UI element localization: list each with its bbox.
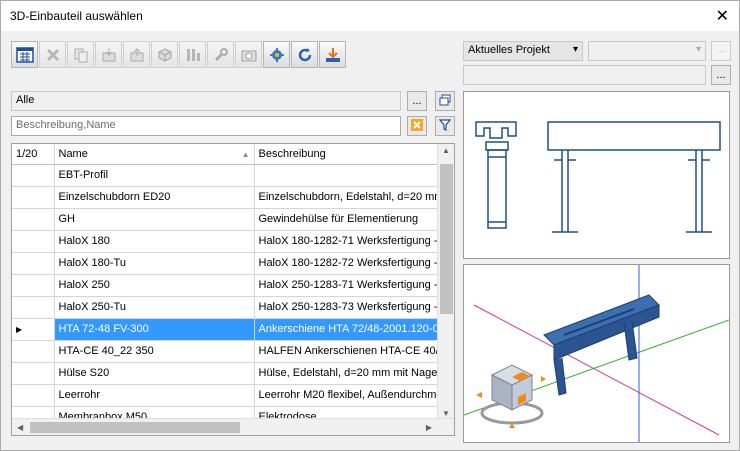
cell-description[interactable]: HaloX 180-1282-72 Werksfertigung - C — [254, 252, 439, 275]
row-header[interactable] — [12, 164, 55, 187]
horizontal-scroll-thumb[interactable] — [30, 422, 240, 433]
table-row[interactable]: HaloX 250-Tu HaloX 250-1283-73 Werksferti… — [12, 296, 439, 319]
filter-icon — [438, 118, 452, 134]
row-header[interactable] — [12, 230, 55, 253]
table-row[interactable]: HaloX 250 HaloX 250-1283-71 Werksfertigun… — [12, 274, 439, 297]
scroll-down-icon[interactable]: ▼ — [442, 409, 450, 418]
clear-icon — [411, 118, 423, 134]
column-header-description[interactable]: Beschreibung — [254, 144, 439, 165]
clear-filter-button[interactable] — [407, 116, 427, 136]
profile-2d-drawing — [475, 121, 721, 233]
cell-description[interactable]: HaloX 180-1282-71 Werksfertigung - C — [254, 230, 439, 253]
window-restore-button[interactable] — [435, 91, 455, 111]
row-header[interactable] — [12, 384, 55, 407]
project-dropdown[interactable]: Aktuelles Projekt ▾ — [463, 41, 583, 61]
restore-icon — [439, 94, 451, 109]
grid-icon[interactable] — [11, 41, 38, 68]
table-row[interactable]: GH Gewindehülse für Elementierung — [12, 208, 439, 231]
cell-name[interactable]: Hülse S20 — [54, 362, 255, 385]
table-row[interactable]: HaloX 180 HaloX 180-1282-71 Werksfertigun… — [12, 230, 439, 253]
table-row[interactable]: ▶ HTA 72-48 FV-300 Ankerschiene HTA 72/48-… — [12, 318, 439, 341]
search-input[interactable]: Beschreibung,Name — [11, 116, 401, 136]
vertical-scroll-thumb[interactable] — [440, 164, 453, 314]
horizontal-scrollbar[interactable]: ◀ ▶ — [12, 418, 454, 435]
category-browse-button[interactable]: ... — [407, 91, 427, 111]
download-icon[interactable] — [319, 41, 346, 68]
secondary-dropdown[interactable]: ▾ — [588, 41, 706, 61]
tools-icon[interactable] — [179, 41, 206, 68]
table-row[interactable]: Einzelschubdorn ED20 Einzelschubdorn, Ede… — [12, 186, 439, 209]
ellipsis-icon: ··· — [717, 46, 725, 56]
refresh-icon[interactable] — [291, 41, 318, 68]
cell-description[interactable]: Ankerschiene HTA 72/48-2001.120-0 — [254, 318, 439, 341]
scroll-up-icon[interactable]: ▲ — [442, 146, 450, 155]
toolbar — [11, 41, 346, 69]
settings-icon[interactable] — [263, 41, 290, 68]
cell-name[interactable]: HaloX 180 — [54, 230, 255, 253]
table-row[interactable]: Hülse S20 Hülse, Edelstahl, d=20 mm mit N… — [12, 362, 439, 385]
cube-icon[interactable] — [151, 41, 178, 68]
camera-icon[interactable] — [235, 41, 262, 68]
row-header[interactable] — [12, 186, 55, 209]
import-icon[interactable] — [95, 41, 122, 68]
cell-description[interactable]: Einzelschubdorn, Edelstahl, d=20 mm, G — [254, 186, 439, 209]
search-placeholder: Beschreibung,Name — [16, 119, 116, 131]
scroll-left-icon[interactable]: ◀ — [17, 423, 23, 432]
cell-description[interactable]: HALFEN Ankerschienen HTA-CE 40/2 — [254, 340, 439, 363]
project-browse-button[interactable]: ... — [711, 65, 731, 85]
parts-table: 1/20 Name ▲ Beschreibung EBT-Profil Einzel… — [11, 143, 455, 436]
preview-2d-panel — [463, 91, 730, 259]
cell-name[interactable]: GH — [54, 208, 255, 231]
navigation-cube-icon[interactable] — [476, 364, 546, 428]
copy-icon[interactable] — [67, 41, 94, 68]
export-icon[interactable] — [123, 41, 150, 68]
row-header[interactable] — [12, 208, 55, 231]
cell-description[interactable]: HaloX 250-1283-73 Werksfertigung - C — [254, 296, 439, 319]
secondary-browse-button[interactable]: ··· — [711, 41, 731, 61]
row-header[interactable] — [12, 296, 55, 319]
part-3d-view — [463, 265, 730, 442]
cell-name[interactable]: Leerrohr — [54, 384, 255, 407]
row-counter: 1/20 — [12, 144, 55, 165]
title-bar: 3D-Einbauteil auswählen ✕ — [1, 1, 739, 31]
current-row-icon: ▶ — [16, 325, 23, 334]
wrench-icon[interactable] — [207, 41, 234, 68]
filter-button[interactable] — [435, 116, 455, 136]
cell-name[interactable]: HTA 72-48 FV-300 — [54, 318, 255, 341]
project-path-field[interactable] — [463, 65, 706, 85]
scroll-right-icon[interactable]: ▶ — [426, 423, 432, 432]
chevron-down-icon: ▾ — [572, 44, 578, 55]
table-row[interactable]: HTA-CE 40_22 350 HALFEN Ankerschienen HTA… — [12, 340, 439, 363]
table-row[interactable]: Leerrohr Leerrohr M20 flexibel, Außendurc… — [12, 384, 439, 407]
delete-icon[interactable] — [39, 41, 66, 68]
category-field[interactable]: Alle — [11, 91, 401, 111]
cell-name[interactable]: HTA-CE 40_22 350 — [54, 340, 255, 363]
cell-description[interactable]: HaloX 250-1283-71 Werksfertigung - C — [254, 274, 439, 297]
cell-description[interactable]: Hülse, Edelstahl, d=20 mm mit Nagelpl — [254, 362, 439, 385]
cell-name[interactable]: EBT-Profil — [54, 164, 255, 187]
cell-description[interactable]: Leerrohr M20 flexibel, Außendurchmes — [254, 384, 439, 407]
table-row[interactable]: HaloX 180-Tu HaloX 180-1282-72 Werksferti… — [12, 252, 439, 275]
chevron-down-icon: ▾ — [695, 44, 701, 55]
vertical-scrollbar[interactable]: ▲ ▼ — [437, 144, 454, 420]
cell-name[interactable]: HaloX 250 — [54, 274, 255, 297]
row-header[interactable] — [12, 274, 55, 297]
row-header[interactable] — [12, 362, 55, 385]
dialog-window: 3D-Einbauteil auswählen ✕ Alle ... Besch… — [0, 0, 740, 451]
cell-name[interactable]: HaloX 180-Tu — [54, 252, 255, 275]
cell-name[interactable]: Einzelschubdorn ED20 — [54, 186, 255, 209]
table-row[interactable]: EBT-Profil — [12, 164, 439, 187]
column-header-name[interactable]: Name ▲ — [54, 144, 255, 165]
row-header[interactable]: ▶ — [12, 318, 55, 341]
row-header[interactable] — [12, 340, 55, 363]
window-title: 3D-Einbauteil auswählen — [10, 9, 143, 23]
cell-description[interactable] — [254, 164, 439, 187]
sort-ascending-icon: ▲ — [241, 149, 250, 159]
cell-description[interactable]: Gewindehülse für Elementierung — [254, 208, 439, 231]
cell-name[interactable]: HaloX 250-Tu — [54, 296, 255, 319]
preview-3d-panel — [463, 264, 730, 443]
row-header[interactable] — [12, 252, 55, 275]
close-button[interactable]: ✕ — [716, 6, 729, 26]
